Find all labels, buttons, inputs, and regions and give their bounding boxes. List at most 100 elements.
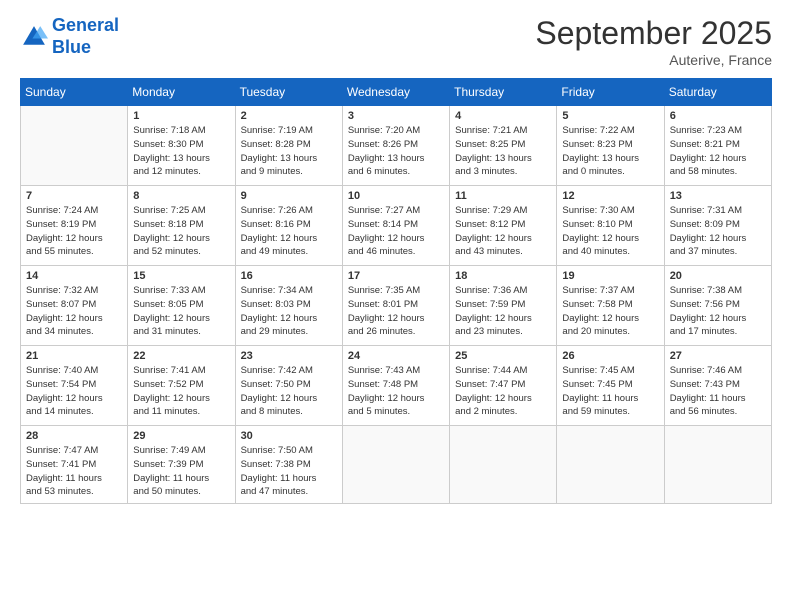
calendar-cell: 27 Sunrise: 7:46 AMSunset: 7:43 PMDayligh…: [664, 346, 771, 426]
calendar-cell: [664, 426, 771, 504]
subtitle: Auterive, France: [535, 52, 772, 68]
calendar-cell: 2Sunrise: 7:19 AMSunset: 8:28 PMDaylight…: [235, 106, 342, 186]
day-number: 2: [241, 110, 337, 122]
day-number: 12: [562, 190, 658, 202]
calendar-cell: 18 Sunrise: 7:36 AMSunset: 7:59 PMDayligh…: [450, 266, 557, 346]
day-info: Sunrise: 7:44 AMSunset: 7:47 PMDaylight:…: [455, 364, 551, 419]
calendar-cell: 20 Sunrise: 7:38 AMSunset: 7:56 PMDayligh…: [664, 266, 771, 346]
day-number: 30: [241, 430, 337, 442]
day-info: Sunrise: 7:36 AMSunset: 7:59 PMDaylight:…: [455, 284, 551, 339]
title-block: September 2025 Auterive, France: [535, 15, 772, 68]
calendar-cell: 13 Sunrise: 7:31 AMSunset: 8:09 PMDayligh…: [664, 186, 771, 266]
calendar-cell: 8Sunrise: 7:25 AMSunset: 8:18 PMDaylight…: [128, 186, 235, 266]
day-info: Sunrise: 7:27 AMSunset: 8:14 PMDaylight:…: [348, 204, 444, 259]
day-info: Sunrise: 7:26 AMSunset: 8:16 PMDaylight:…: [241, 204, 337, 259]
day-info: Sunrise: 7:37 AMSunset: 7:58 PMDaylight:…: [562, 284, 658, 339]
calendar-week-5: 28 Sunrise: 7:47 AMSunset: 7:41 PMDayligh…: [21, 426, 772, 504]
month-title: September 2025: [535, 15, 772, 52]
day-number: 27: [670, 350, 766, 362]
weekday-header-thursday: Thursday: [450, 79, 557, 106]
day-number: 5: [562, 110, 658, 122]
day-info: Sunrise: 7:29 AMSunset: 8:12 PMDaylight:…: [455, 204, 551, 259]
day-info: Sunrise: 7:32 AMSunset: 8:07 PMDaylight:…: [26, 284, 122, 339]
day-number: 23: [241, 350, 337, 362]
calendar-cell: 16Sunrise: 7:34 AMSunset: 8:03 PMDayligh…: [235, 266, 342, 346]
calendar-cell: 19 Sunrise: 7:37 AMSunset: 7:58 PMDayligh…: [557, 266, 664, 346]
day-info: Sunrise: 7:42 AMSunset: 7:50 PMDaylight:…: [241, 364, 337, 419]
day-number: 3: [348, 110, 444, 122]
calendar-cell: 3 Sunrise: 7:20 AMSunset: 8:26 PMDaylight…: [342, 106, 449, 186]
calendar-cell: 5 Sunrise: 7:22 AMSunset: 8:23 PMDaylight…: [557, 106, 664, 186]
calendar-cell: [21, 106, 128, 186]
weekday-header-saturday: Saturday: [664, 79, 771, 106]
calendar-cell: 9 Sunrise: 7:26 AMSunset: 8:16 PMDaylight…: [235, 186, 342, 266]
day-info: Sunrise: 7:23 AMSunset: 8:21 PMDaylight:…: [670, 124, 766, 179]
day-info: Sunrise: 7:38 AMSunset: 7:56 PMDaylight:…: [670, 284, 766, 339]
calendar-cell: 14Sunrise: 7:32 AMSunset: 8:07 PMDayligh…: [21, 266, 128, 346]
day-info: Sunrise: 7:21 AMSunset: 8:25 PMDaylight:…: [455, 124, 551, 179]
calendar-cell: 25 Sunrise: 7:44 AMSunset: 7:47 PMDayligh…: [450, 346, 557, 426]
calendar-cell: 30 Sunrise: 7:50 AMSunset: 7:38 PMDayligh…: [235, 426, 342, 504]
day-number: 28: [26, 430, 122, 442]
calendar-cell: 10 Sunrise: 7:27 AMSunset: 8:14 PMDayligh…: [342, 186, 449, 266]
calendar-week-2: 7 Sunrise: 7:24 AMSunset: 8:19 PMDaylight…: [21, 186, 772, 266]
calendar-cell: 11 Sunrise: 7:29 AMSunset: 8:12 PMDayligh…: [450, 186, 557, 266]
day-number: 11: [455, 190, 551, 202]
day-info: Sunrise: 7:34 AMSunset: 8:03 PMDaylight:…: [241, 284, 337, 339]
day-info: Sunrise: 7:22 AMSunset: 8:23 PMDaylight:…: [562, 124, 658, 179]
day-number: 4: [455, 110, 551, 122]
day-info: Sunrise: 7:30 AMSunset: 8:10 PMDaylight:…: [562, 204, 658, 259]
day-info: Sunrise: 7:41 AMSunset: 7:52 PMDaylight:…: [133, 364, 229, 419]
day-number: 21: [26, 350, 122, 362]
day-number: 24: [348, 350, 444, 362]
calendar-cell: 22 Sunrise: 7:41 AMSunset: 7:52 PMDayligh…: [128, 346, 235, 426]
day-number: 6: [670, 110, 766, 122]
calendar-cell: [342, 426, 449, 504]
day-number: 25: [455, 350, 551, 362]
weekday-header-friday: Friday: [557, 79, 664, 106]
day-info: Sunrise: 7:24 AMSunset: 8:19 PMDaylight:…: [26, 204, 122, 259]
day-number: 8: [133, 190, 229, 202]
day-number: 1: [133, 110, 229, 122]
calendar-cell: 23 Sunrise: 7:42 AMSunset: 7:50 PMDayligh…: [235, 346, 342, 426]
day-info: Sunrise: 7:45 AMSunset: 7:45 PMDaylight:…: [562, 364, 658, 419]
day-number: 18: [455, 270, 551, 282]
day-number: 10: [348, 190, 444, 202]
calendar-cell: 21 Sunrise: 7:40 AMSunset: 7:54 PMDayligh…: [21, 346, 128, 426]
calendar-cell: [450, 426, 557, 504]
day-info: Sunrise: 7:20 AMSunset: 8:26 PMDaylight:…: [348, 124, 444, 179]
header: General Blue September 2025 Auterive, Fr…: [20, 15, 772, 68]
calendar-cell: 29Sunrise: 7:49 AMSunset: 7:39 PMDayligh…: [128, 426, 235, 504]
day-number: 29: [133, 430, 229, 442]
day-number: 22: [133, 350, 229, 362]
day-info: Sunrise: 7:43 AMSunset: 7:48 PMDaylight:…: [348, 364, 444, 419]
day-info: Sunrise: 7:46 AMSunset: 7:43 PMDaylight:…: [670, 364, 766, 419]
day-info: Sunrise: 7:33 AMSunset: 8:05 PMDaylight:…: [133, 284, 229, 339]
calendar-cell: 4 Sunrise: 7:21 AMSunset: 8:25 PMDaylight…: [450, 106, 557, 186]
weekday-header-monday: Monday: [128, 79, 235, 106]
day-number: 7: [26, 190, 122, 202]
calendar-cell: 6 Sunrise: 7:23 AMSunset: 8:21 PMDaylight…: [664, 106, 771, 186]
day-number: 19: [562, 270, 658, 282]
day-number: 9: [241, 190, 337, 202]
day-number: 26: [562, 350, 658, 362]
day-info: Sunrise: 7:40 AMSunset: 7:54 PMDaylight:…: [26, 364, 122, 419]
calendar-cell: 24 Sunrise: 7:43 AMSunset: 7:48 PMDayligh…: [342, 346, 449, 426]
logo-line1: General: [52, 15, 119, 35]
calendar-week-3: 14Sunrise: 7:32 AMSunset: 8:07 PMDayligh…: [21, 266, 772, 346]
day-info: Sunrise: 7:47 AMSunset: 7:41 PMDaylight:…: [26, 444, 122, 499]
weekday-header-tuesday: Tuesday: [235, 79, 342, 106]
day-info: Sunrise: 7:50 AMSunset: 7:38 PMDaylight:…: [241, 444, 337, 499]
calendar-week-4: 21 Sunrise: 7:40 AMSunset: 7:54 PMDayligh…: [21, 346, 772, 426]
day-info: Sunrise: 7:31 AMSunset: 8:09 PMDaylight:…: [670, 204, 766, 259]
day-number: 13: [670, 190, 766, 202]
day-number: 17: [348, 270, 444, 282]
calendar-cell: 26 Sunrise: 7:45 AMSunset: 7:45 PMDayligh…: [557, 346, 664, 426]
calendar-cell: 15Sunrise: 7:33 AMSunset: 8:05 PMDayligh…: [128, 266, 235, 346]
calendar-cell: 1Sunrise: 7:18 AMSunset: 8:30 PMDaylight…: [128, 106, 235, 186]
logo-line2: Blue: [52, 37, 91, 57]
calendar-cell: 12 Sunrise: 7:30 AMSunset: 8:10 PMDayligh…: [557, 186, 664, 266]
logo: General Blue: [20, 15, 119, 58]
day-number: 20: [670, 270, 766, 282]
weekday-header-wednesday: Wednesday: [342, 79, 449, 106]
